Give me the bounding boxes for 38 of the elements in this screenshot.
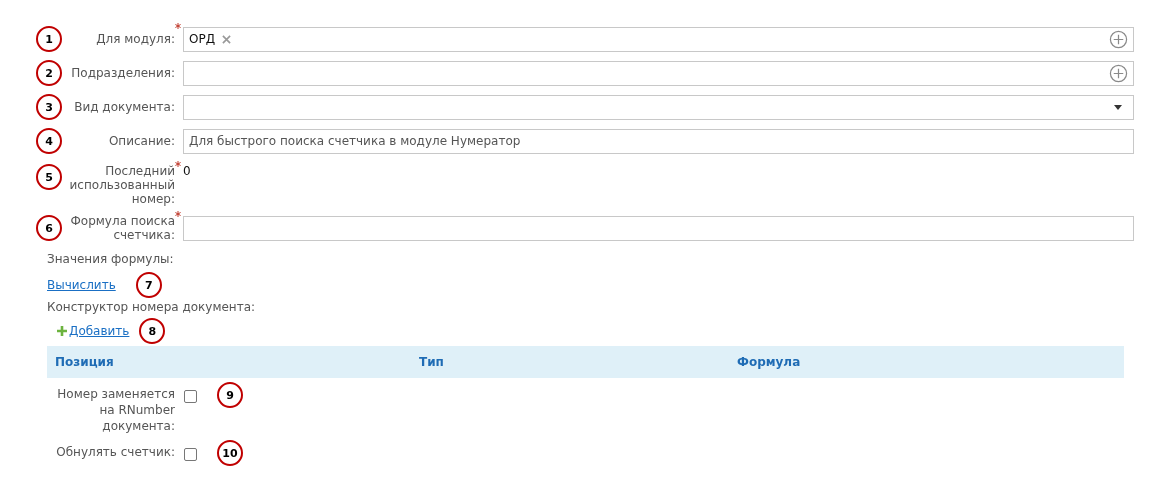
checkbox-label: Номер заменяется на RNumber документа: [56, 386, 175, 434]
checkbox[interactable] [184, 448, 197, 461]
module-field[interactable]: ОРД [183, 26, 1134, 52]
plus-icon [57, 326, 67, 336]
callout-marker: 5 [36, 164, 62, 190]
field-label: Последний использованный номер: [68, 164, 175, 206]
formula-values-label: Значения формулы: [46, 252, 175, 266]
field-label: Формула поиска счетчика: [69, 214, 175, 242]
callout-marker: 6 [36, 215, 62, 241]
callout-marker: 8 [139, 318, 166, 344]
callout-marker: 1 [36, 26, 62, 52]
field-value: 0 [183, 164, 192, 178]
constructor-label: Конструктор номера документа: [46, 300, 257, 314]
callout-marker: 10 [217, 440, 243, 466]
callout-marker: 2 [36, 60, 62, 86]
field-label: Для модуля: [95, 32, 175, 46]
add-link[interactable]: Добавить [69, 324, 130, 338]
field-label: Описание: [107, 134, 175, 148]
checkbox-label: Обнулять счетчик: [56, 444, 175, 460]
callout-marker: 3 [36, 94, 62, 120]
checkbox[interactable] [184, 390, 197, 403]
column-header: Позиция [55, 355, 115, 369]
column-header: Тип [419, 355, 445, 369]
callout-marker: 7 [135, 272, 162, 298]
column-header: Формула [737, 355, 802, 369]
add-icon[interactable] [1109, 63, 1128, 83]
callout-marker: 9 [217, 382, 243, 408]
text-field[interactable] [183, 215, 1134, 241]
add-icon[interactable] [1109, 29, 1128, 49]
caret-icon [1114, 104, 1122, 110]
callout-marker: 4 [36, 128, 62, 154]
field-label: Вид документа: [73, 100, 175, 114]
field-label: Подразделения: [70, 66, 175, 80]
remove-icon[interactable] [222, 34, 232, 44]
module-tag: ОРД [189, 32, 216, 46]
calculate-link[interactable]: Вычислить [47, 278, 116, 292]
text-field[interactable]: Для быстрого поиска счетчика в модуле Нумератор [183, 128, 1134, 154]
department-field[interactable] [183, 60, 1134, 86]
